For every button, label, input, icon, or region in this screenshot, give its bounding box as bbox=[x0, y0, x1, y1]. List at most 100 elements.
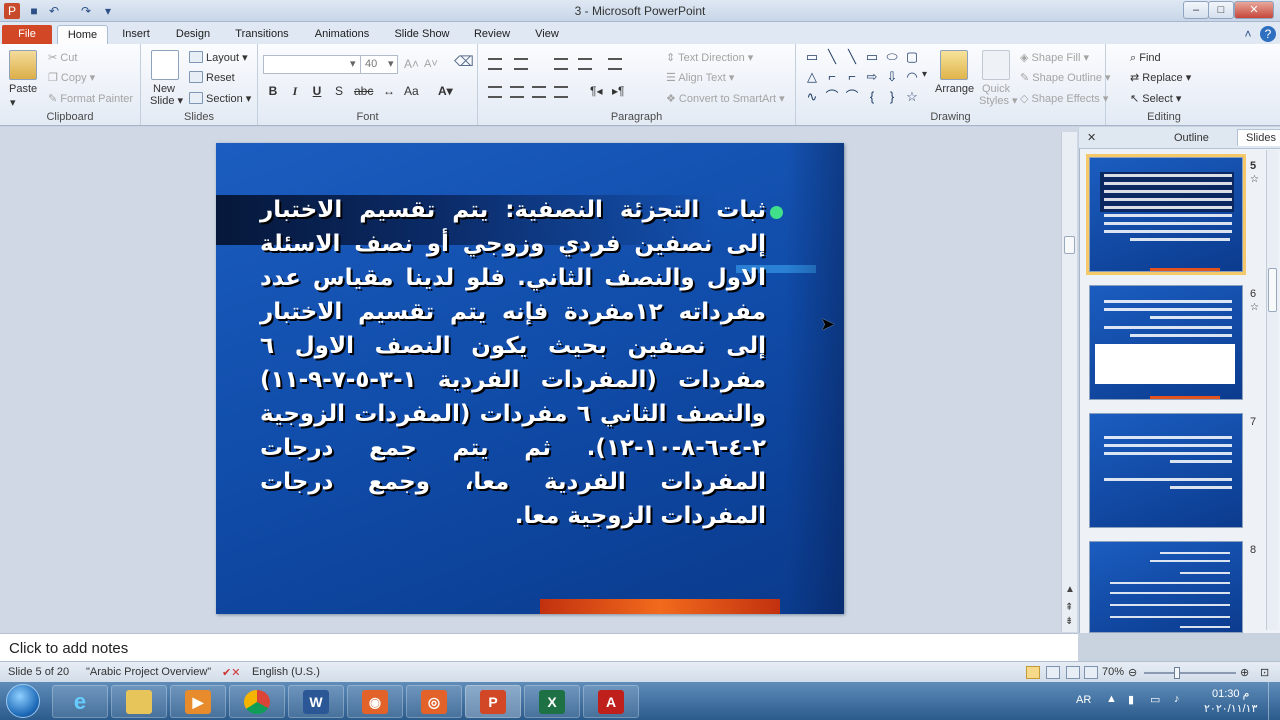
line-shape-icon[interactable]: ╲ bbox=[824, 49, 840, 65]
theme-name[interactable]: "Arabic Project Overview" bbox=[86, 666, 211, 678]
prev-slide-icon[interactable]: ⇞ bbox=[1065, 602, 1073, 613]
new-slide-label-2[interactable]: Slide ▾ bbox=[150, 94, 183, 108]
line2-shape-icon[interactable]: ╲ bbox=[844, 49, 860, 65]
align-left-icon[interactable] bbox=[488, 86, 502, 98]
decrease-indent-icon[interactable] bbox=[554, 58, 568, 70]
grow-font-icon[interactable]: A˄ bbox=[404, 57, 419, 71]
shape-outline-button[interactable]: ✎ Shape Outline ▾ bbox=[1020, 71, 1111, 85]
numbering-icon[interactable] bbox=[514, 58, 528, 70]
taskbar-explorer[interactable] bbox=[111, 685, 167, 718]
freeform-shape-icon[interactable]: ∿ bbox=[804, 89, 820, 105]
notes-pane[interactable]: Click to add notes bbox=[0, 633, 1078, 661]
close-button[interactable]: ✕ bbox=[1234, 1, 1274, 19]
scroll-up-icon[interactable]: ▲ bbox=[1065, 584, 1075, 595]
shape-fill-button[interactable]: ◈ Shape Fill ▾ bbox=[1020, 51, 1089, 65]
align-text-button[interactable]: ☰ Align Text ▾ bbox=[666, 71, 734, 85]
select-button[interactable]: ↖ Select ▾ bbox=[1130, 92, 1181, 106]
star-shape-icon[interactable]: ☆ bbox=[904, 89, 920, 105]
language-indicator[interactable]: English (U.S.) bbox=[252, 666, 320, 678]
scroll-thumb[interactable] bbox=[1064, 236, 1075, 254]
connector-shape-icon[interactable]: ⌐ bbox=[824, 69, 840, 85]
tab-slide-show[interactable]: Slide Show bbox=[388, 25, 456, 44]
zoom-out-icon[interactable]: ⊖ bbox=[1128, 666, 1137, 679]
zoom-level[interactable]: 70% bbox=[1102, 666, 1124, 678]
panel-close-button[interactable]: ✕ bbox=[1087, 130, 1096, 146]
taskbar-powerpoint[interactable]: P bbox=[465, 685, 521, 718]
cut-button[interactable]: ✂ Cut bbox=[48, 51, 77, 65]
font-name-combo[interactable] bbox=[263, 55, 361, 74]
justify-icon[interactable] bbox=[554, 86, 568, 98]
character-spacing-icon[interactable]: ↔ bbox=[382, 84, 396, 98]
increase-indent-icon[interactable] bbox=[578, 58, 592, 70]
font-name-dropdown-icon[interactable]: ▾ bbox=[350, 57, 356, 71]
oval-shape-icon[interactable]: ⬭ bbox=[884, 49, 900, 65]
curve-shape-icon[interactable]: ⌒ bbox=[844, 89, 860, 105]
taskbar-app-orange-2[interactable]: ◎ bbox=[406, 685, 462, 718]
minimize-button[interactable]: – bbox=[1183, 1, 1209, 19]
next-slide-icon[interactable]: ⇟ bbox=[1065, 616, 1073, 627]
shape-effects-button[interactable]: ◇ Shape Effects ▾ bbox=[1020, 92, 1108, 106]
format-painter-button[interactable]: ✎ Format Painter bbox=[48, 92, 133, 106]
tab-home[interactable]: Home bbox=[57, 25, 108, 44]
curved-shape-icon[interactable]: ◠ bbox=[904, 69, 920, 85]
maximize-button[interactable]: □ bbox=[1208, 1, 1234, 19]
line-spacing-icon[interactable] bbox=[608, 58, 622, 70]
strikethrough-button[interactable]: abc bbox=[354, 84, 373, 98]
taskbar-ie[interactable]: e bbox=[52, 685, 108, 718]
align-center-icon[interactable] bbox=[510, 86, 524, 98]
taskbar-media-player[interactable]: ▶ bbox=[170, 685, 226, 718]
taskbar-acrobat[interactable]: A bbox=[583, 685, 639, 718]
paste-icon[interactable] bbox=[9, 50, 37, 80]
arrange-icon[interactable] bbox=[940, 50, 968, 80]
replace-button[interactable]: ⇄ Replace ▾ bbox=[1130, 71, 1191, 85]
align-right-icon[interactable] bbox=[532, 86, 546, 98]
network-icon[interactable]: ▮ bbox=[1128, 693, 1134, 706]
tab-transitions[interactable]: Transitions bbox=[228, 25, 296, 44]
reset-button[interactable]: Reset bbox=[189, 71, 235, 85]
italic-button[interactable]: I bbox=[288, 84, 302, 99]
start-button[interactable] bbox=[6, 684, 40, 718]
paste-button[interactable]: Paste bbox=[9, 82, 37, 96]
slide-thumbnail-7[interactable] bbox=[1089, 413, 1243, 528]
slide-body-text[interactable]: ثبات التجزئة النصفية: يتم تقسيم الاختبار… bbox=[260, 193, 766, 533]
ltr-icon[interactable]: ▸¶ bbox=[612, 84, 624, 98]
brace-right-shape-icon[interactable]: } bbox=[884, 89, 900, 105]
slide-sorter-icon[interactable] bbox=[1046, 666, 1060, 679]
fit-slide-icon[interactable]: ⊡ bbox=[1260, 666, 1269, 679]
taskbar-word[interactable]: W bbox=[288, 685, 344, 718]
underline-button[interactable]: U bbox=[310, 84, 324, 98]
help-icon[interactable]: ? bbox=[1260, 26, 1276, 42]
tab-insert[interactable]: Insert bbox=[114, 25, 158, 44]
zoom-in-icon[interactable]: ⊕ bbox=[1240, 666, 1249, 679]
panel-scroll-thumb[interactable] bbox=[1268, 268, 1277, 312]
taskbar-chrome[interactable] bbox=[229, 685, 285, 718]
current-slide[interactable]: ثبات التجزئة النصفية: يتم تقسيم الاختبار… bbox=[216, 143, 844, 614]
arrow-down-shape-icon[interactable]: ⇩ bbox=[884, 69, 900, 85]
tab-design[interactable]: Design bbox=[170, 25, 216, 44]
bullets-icon[interactable] bbox=[488, 58, 502, 70]
slide-thumbnail-8[interactable] bbox=[1089, 541, 1243, 633]
zoom-slider[interactable] bbox=[1144, 667, 1236, 679]
rtl-icon[interactable]: ¶◂ bbox=[590, 84, 602, 98]
convert-smartart-button[interactable]: ❖ Convert to SmartArt ▾ bbox=[666, 92, 785, 106]
slide-thumbnail-6[interactable] bbox=[1089, 285, 1243, 400]
panel-scrollbar[interactable] bbox=[1266, 150, 1278, 630]
arrange-button[interactable]: Arrange bbox=[935, 82, 974, 96]
layout-button[interactable]: Layout ▾ bbox=[189, 51, 248, 65]
arrow-right-shape-icon[interactable]: ⇨ bbox=[864, 69, 880, 85]
quick-styles-label-2[interactable]: Styles ▾ bbox=[979, 94, 1018, 108]
tab-slides[interactable]: Slides bbox=[1237, 129, 1280, 146]
spell-check-icon[interactable]: ✔✕ bbox=[222, 666, 240, 679]
tray-arrow-icon[interactable]: ▲ bbox=[1106, 693, 1117, 705]
slide-vertical-scrollbar[interactable]: ▲ ⇞ ⇟ bbox=[1061, 132, 1077, 632]
tab-file[interactable]: File bbox=[2, 25, 52, 44]
elbow-shape-icon[interactable]: ⌐ bbox=[844, 69, 860, 85]
clear-formatting-icon[interactable]: ⌫ bbox=[454, 54, 474, 68]
shadow-button[interactable]: S bbox=[332, 84, 346, 98]
slide-show-icon[interactable] bbox=[1084, 666, 1098, 679]
clock-time[interactable]: 01:30 م bbox=[1212, 687, 1249, 700]
rectangle-shape-icon[interactable]: ▭ bbox=[864, 49, 880, 65]
textbox-shape-icon[interactable]: ▭ bbox=[804, 49, 820, 65]
taskbar-excel[interactable]: X bbox=[524, 685, 580, 718]
quick-styles-icon[interactable] bbox=[982, 50, 1010, 80]
